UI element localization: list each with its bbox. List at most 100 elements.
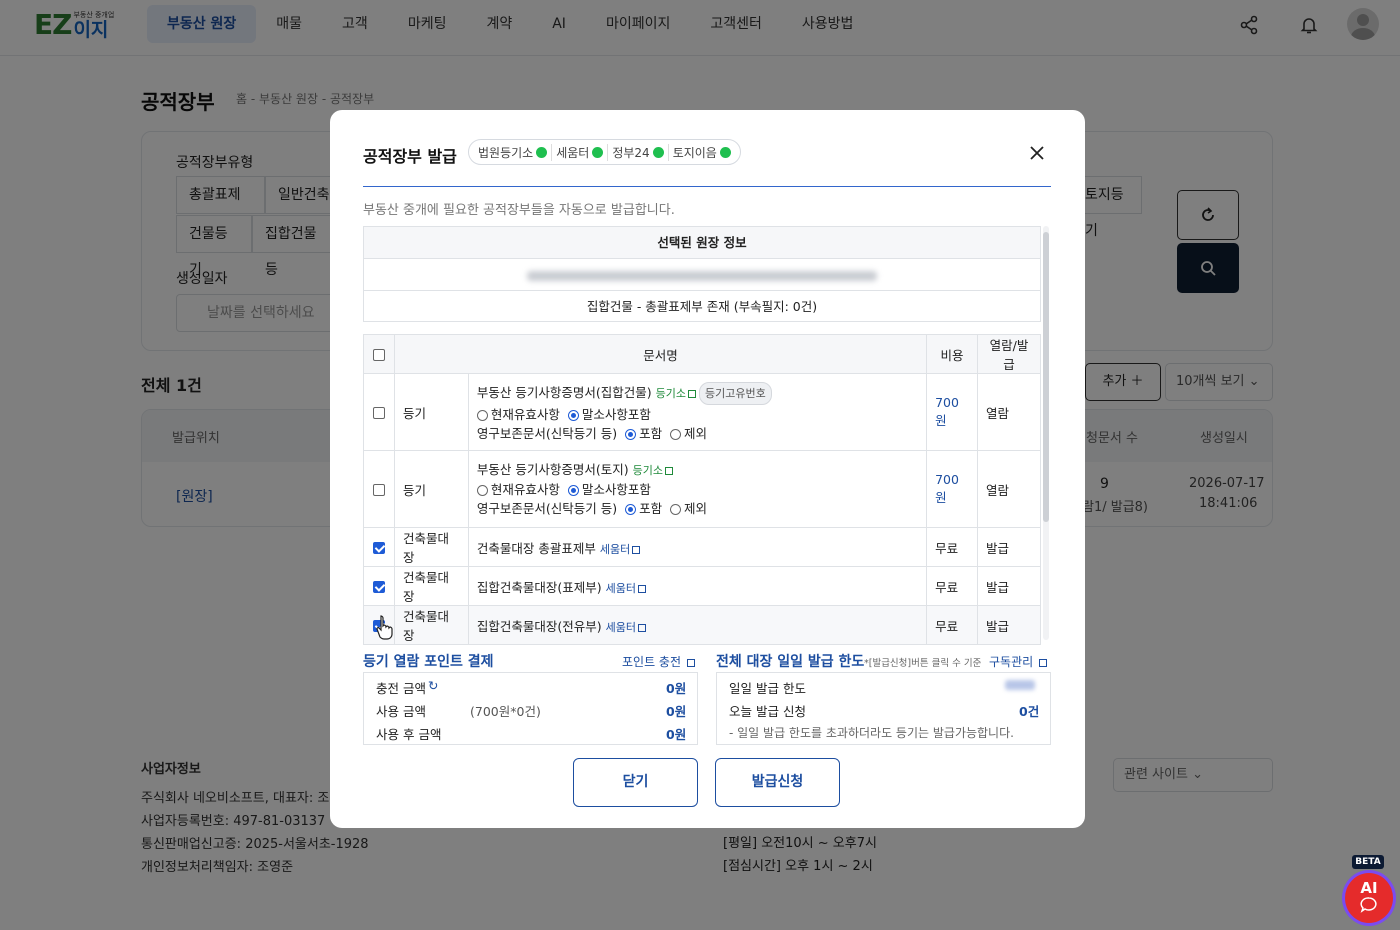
- source-link[interactable]: 세움터: [606, 621, 647, 634]
- radio-label: 말소사항포함: [581, 482, 651, 497]
- hand-cursor-icon: [375, 614, 395, 644]
- limit-title: 전체 대장 일일 발급 한도: [716, 654, 865, 670]
- beta-badge: BETA: [1352, 855, 1384, 869]
- payment-title: 등기 열람 포인트 결제: [363, 654, 494, 670]
- doc-name: 집합건축물대장(표제부): [476, 579, 602, 595]
- radio-include-cancelled[interactable]: [567, 409, 579, 421]
- row-cost: 무료: [926, 566, 979, 606]
- used-amount-note: (700원*0건): [470, 704, 541, 719]
- used-amount-value: 0원: [666, 704, 687, 719]
- selected-ledger-info: 선택된 원장 정보 집합건물 - 총괄표제부 존재 (부속필지: 0건): [363, 226, 1041, 322]
- ai-assistant-button[interactable]: AI: [1342, 870, 1396, 926]
- table-row: 등기 부동산 등기사항증명서(집합건물) 등기소 등기고유번호 현재유효사항 말소…: [363, 373, 1041, 451]
- status-dot: [536, 146, 548, 158]
- row-action: 열람: [977, 450, 1041, 528]
- info-summary: 집합건물 - 총괄표제부 존재 (부속필지: 0건): [586, 299, 818, 314]
- status-dot: [719, 146, 731, 158]
- radio-label: 말소사항포함: [581, 406, 651, 422]
- today-requests-value: 0건: [1019, 704, 1040, 719]
- external-link-icon: [686, 658, 695, 667]
- row-cost: 무료: [926, 527, 979, 567]
- radio-exclude[interactable]: [670, 428, 682, 440]
- scrollbar-thumb[interactable]: [1043, 232, 1049, 522]
- table-row: 등기 부동산 등기사항증명서(토지) 등기소 현재유효사항 말소사항포함 영구보…: [363, 450, 1041, 528]
- source-court: 법원등기소: [474, 143, 553, 161]
- ai-label: AI: [1360, 879, 1378, 897]
- row-cost: 무료: [926, 605, 979, 645]
- col-cost: 비용: [926, 334, 979, 374]
- row-action: 발급: [977, 527, 1041, 567]
- row-checkbox[interactable]: [372, 581, 385, 593]
- limit-box: 일일 발급 한도 오늘 발급 신청 0건 - 일일 발급 한도를 초과하더라도 …: [716, 672, 1051, 745]
- radio-include[interactable]: [625, 504, 637, 515]
- radio-label: 현재유효사항: [490, 482, 560, 497]
- used-amount-label: 사용 금액: [376, 704, 426, 719]
- external-link-icon: [1039, 658, 1047, 667]
- col-document-name: 문서명: [393, 334, 928, 374]
- table-row: 건축물대장 집합건축물대장(전유부) 세움터 무료 발급: [363, 605, 1041, 645]
- title-divider: [363, 186, 1051, 187]
- close-button[interactable]: 닫기: [573, 758, 698, 807]
- radio-current[interactable]: [476, 409, 488, 421]
- row-action: 열람: [977, 373, 1041, 451]
- radio-label: 제외: [684, 501, 708, 516]
- charge-amount-label: 충전 금액: [376, 681, 426, 696]
- radio-exclude[interactable]: [670, 504, 682, 515]
- limit-note: *[발급신청]버튼 클릭 수 기준: [864, 658, 982, 669]
- radio-label: 포함: [639, 425, 663, 441]
- source-label: 토지이음: [672, 145, 717, 160]
- doc-name: 건축물대장 총괄표제부: [476, 540, 596, 556]
- external-link-icon: [638, 623, 647, 632]
- row-category: 건축물대장: [393, 527, 469, 567]
- status-dot: [652, 146, 664, 158]
- row-category: 건축물대장: [393, 566, 469, 606]
- row-cost: 700원: [926, 373, 979, 451]
- source-label: 정부24: [612, 145, 650, 160]
- source-link[interactable]: 등기소: [633, 464, 673, 477]
- table-row: 건축물대장 건축물대장 총괄표제부 세움터 무료 발급: [363, 527, 1041, 567]
- source-link[interactable]: 세움터: [606, 582, 647, 595]
- row-category: 등기: [393, 373, 469, 451]
- refresh-icon[interactable]: ↻: [428, 678, 438, 693]
- redacted-daily-limit: [1005, 680, 1035, 690]
- option-label: 영구보존문서(신탁등기 등): [476, 425, 618, 441]
- today-requests-label: 오늘 발급 신청: [729, 704, 806, 719]
- doc-name: 부동산 등기사항증명서(집합건물): [476, 384, 652, 400]
- subscription-link[interactable]: 구독관리: [989, 653, 1047, 670]
- radio-label: 제외: [684, 425, 708, 441]
- doc-name: 부동산 등기사항증명서(토지): [476, 462, 629, 477]
- external-link-icon: [687, 389, 696, 398]
- row-checkbox[interactable]: [372, 407, 385, 419]
- select-all-checkbox[interactable]: [372, 349, 385, 361]
- radio-current[interactable]: [476, 485, 488, 496]
- redacted-address: [527, 270, 877, 281]
- radio-include[interactable]: [625, 428, 637, 440]
- col-action: 열람/발급: [977, 334, 1041, 374]
- daily-limit-label: 일일 발급 한도: [729, 681, 806, 696]
- row-category: 건축물대장: [393, 605, 469, 645]
- source-link[interactable]: 등기소: [656, 387, 696, 400]
- source-label: 법원등기소: [478, 145, 534, 160]
- chat-icon: [1360, 897, 1377, 913]
- external-link-icon: [638, 584, 647, 593]
- source-gov24: 정부24: [608, 143, 669, 161]
- after-amount-value: 0원: [666, 727, 687, 742]
- apply-button[interactable]: 발급신청: [715, 758, 840, 807]
- option-label: 영구보존문서(신탁등기 등): [476, 501, 618, 516]
- info-header: 선택된 원장 정보: [364, 227, 1040, 259]
- source-land: 토지이음: [669, 144, 735, 161]
- registry-id-tag[interactable]: 등기고유번호: [698, 381, 772, 405]
- status-dot: [592, 146, 604, 158]
- source-status-pills: 법원등기소 세움터 정부24 토지이음: [468, 139, 741, 165]
- charge-points-link[interactable]: 포인트 충전: [622, 653, 695, 670]
- row-checkbox[interactable]: [372, 484, 385, 496]
- radio-include-cancelled[interactable]: [567, 485, 579, 496]
- row-checkbox[interactable]: [372, 542, 385, 554]
- charge-amount-value: 0원: [666, 681, 687, 696]
- source-seumteo: 세움터: [552, 143, 609, 161]
- source-link[interactable]: 세움터: [600, 543, 641, 556]
- limit-notice: - 일일 발급 한도를 초과하더라도 등기는 발급가능합니다.: [729, 726, 1014, 740]
- modal-description: 부동산 중개에 필요한 공적장부들을 자동으로 발급합니다.: [363, 203, 675, 218]
- close-icon[interactable]: [1026, 142, 1048, 164]
- issue-modal: 공적장부 발급 법원등기소 세움터 정부24 토지이음 부동산 중개에 필요한 …: [330, 110, 1085, 828]
